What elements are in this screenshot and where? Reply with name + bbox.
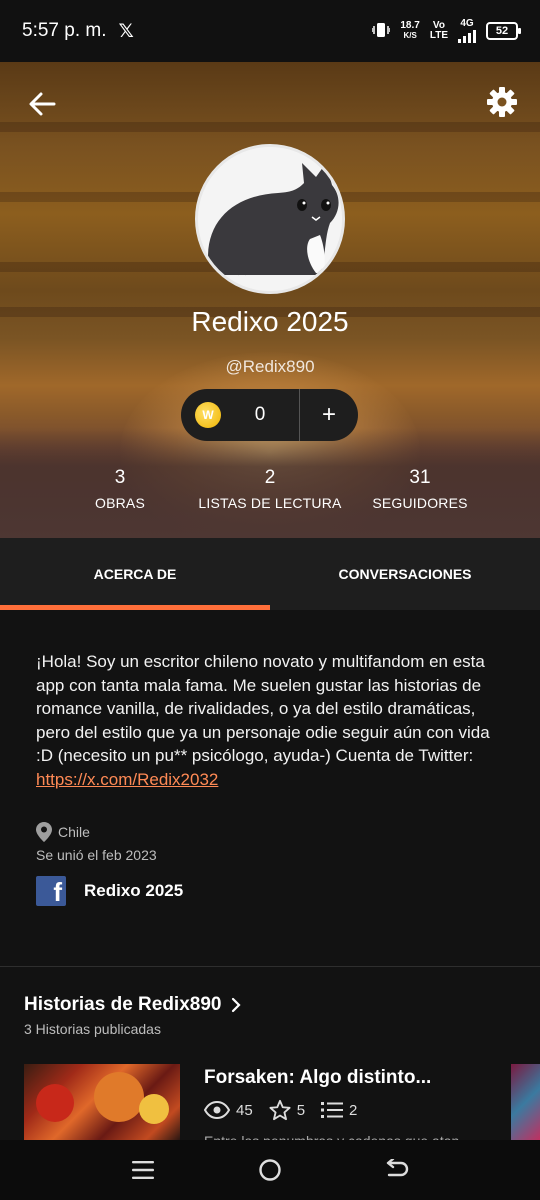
stat-value: 31 bbox=[409, 467, 431, 488]
stat-label: OBRAS bbox=[94, 495, 145, 511]
coin-icon: W bbox=[195, 402, 221, 428]
coin-balance: W 0 + bbox=[181, 389, 358, 441]
story-reads: 45 bbox=[236, 1101, 253, 1119]
menu-icon bbox=[132, 1161, 155, 1179]
location: Chile bbox=[36, 822, 90, 842]
profile-name: Redixo 2025 bbox=[191, 306, 349, 337]
facebook-name: Redixo 2025 bbox=[84, 881, 184, 900]
stat-followers[interactable]: 31 SEGUIDORES bbox=[360, 467, 480, 511]
battery-level: 52 bbox=[495, 25, 509, 37]
cover-art-shape bbox=[36, 1084, 74, 1122]
story-description: Entre las penumbras y cadenas que atan bbox=[204, 1128, 494, 1140]
signal-indicator: 4G bbox=[458, 19, 476, 43]
stat-reading-lists[interactable]: 2 LISTAS DE LECTURA bbox=[185, 467, 355, 511]
tab-label: ACERCA DE bbox=[93, 566, 177, 582]
tab-about[interactable]: ACERCA DE bbox=[0, 538, 270, 610]
signal-bars-icon bbox=[458, 29, 476, 43]
tab-conversations[interactable]: CONVERSACIONES bbox=[270, 538, 540, 610]
profile-header: Redixo 2025 @Redix890 W 0 + 3 OBRAS 2 LI… bbox=[0, 62, 540, 538]
section-divider bbox=[0, 966, 540, 967]
facebook-link[interactable]: f Redixo 2025 bbox=[36, 876, 183, 906]
chevron-right-icon bbox=[232, 997, 242, 1013]
back-nav-icon bbox=[386, 1159, 408, 1177]
status-time: 5:57 p. m. bbox=[22, 20, 107, 41]
cover-art-shape bbox=[94, 1072, 144, 1122]
gear-icon bbox=[487, 87, 517, 117]
volte-bottom: LTE bbox=[429, 30, 448, 41]
status-indicators: 18.7 K/S Vo LTE 4G 52 bbox=[371, 19, 521, 43]
settings-button[interactable] bbox=[484, 84, 520, 120]
profile-handle: @Redix890 bbox=[225, 357, 315, 376]
sky-band bbox=[0, 122, 540, 132]
stories-title: Historias de Redix890 bbox=[24, 994, 222, 1015]
list-icon bbox=[321, 1102, 344, 1118]
stories-count: 3 Historias publicadas bbox=[24, 1021, 161, 1037]
next-story-cover[interactable] bbox=[511, 1064, 540, 1140]
story-title[interactable]: Forsaken: Algo distinto... bbox=[204, 1067, 431, 1089]
cover-art-shape bbox=[139, 1094, 169, 1124]
battery-icon: 52 bbox=[486, 22, 521, 40]
home-button[interactable] bbox=[250, 1150, 290, 1190]
eye-icon bbox=[204, 1101, 230, 1119]
vibrate-icon bbox=[371, 22, 392, 41]
stat-works[interactable]: 3 OBRAS bbox=[60, 467, 180, 511]
location-text: Chile bbox=[58, 824, 90, 840]
plus-icon: + bbox=[321, 401, 336, 428]
avatar[interactable] bbox=[195, 144, 345, 294]
back-nav-button[interactable] bbox=[377, 1150, 417, 1190]
story-stats: 45 5 2 bbox=[204, 1099, 373, 1121]
x-app-icon: 𝕏 bbox=[118, 20, 134, 42]
stat-label: LISTAS DE LECTURA bbox=[198, 495, 342, 511]
net-speed-value: 18.7 bbox=[400, 20, 420, 31]
stat-value: 3 bbox=[114, 467, 126, 488]
net-speed-unit: K/S bbox=[403, 31, 417, 40]
about-text: ¡Hola! Soy un escritor chileno novato y … bbox=[36, 652, 490, 765]
network-type: 4G bbox=[460, 18, 474, 29]
star-icon bbox=[269, 1099, 291, 1121]
facebook-icon: f bbox=[36, 876, 66, 906]
story-votes: 5 bbox=[296, 1101, 306, 1119]
stat-label: SEGUIDORES bbox=[372, 495, 468, 511]
location-pin-icon bbox=[36, 822, 52, 842]
recent-apps-button[interactable] bbox=[123, 1150, 163, 1190]
profile-tabs: ACERCA DE CONVERSACIONES bbox=[0, 538, 540, 610]
back-button[interactable] bbox=[24, 86, 60, 122]
back-arrow-icon bbox=[29, 92, 56, 116]
volte-indicator: Vo LTE bbox=[430, 21, 448, 41]
net-speed: 18.7 K/S bbox=[400, 21, 419, 41]
about-description: ¡Hola! Soy un escritor chileno novato y … bbox=[36, 650, 506, 791]
story-parts: 2 bbox=[349, 1101, 358, 1119]
story-cover[interactable] bbox=[24, 1064, 180, 1140]
status-bar: 5:57 p. m. 𝕏 18.7 K/S Vo LTE 4G 52 bbox=[0, 0, 540, 62]
join-date: Se unió el feb 2023 bbox=[36, 847, 157, 863]
stories-header[interactable]: Historias de Redix890 bbox=[24, 994, 242, 1016]
coin-symbol: W bbox=[202, 408, 214, 422]
system-nav-bar bbox=[0, 1140, 540, 1200]
add-coins-button[interactable]: + bbox=[300, 389, 358, 441]
cat-avatar-image bbox=[198, 147, 342, 291]
coin-count: 0 bbox=[254, 404, 266, 425]
stat-value: 2 bbox=[264, 467, 276, 488]
twitter-link[interactable]: https://x.com/Redix2032 bbox=[36, 770, 218, 789]
home-circle-icon bbox=[259, 1159, 281, 1181]
tab-label: CONVERSACIONES bbox=[338, 566, 472, 582]
